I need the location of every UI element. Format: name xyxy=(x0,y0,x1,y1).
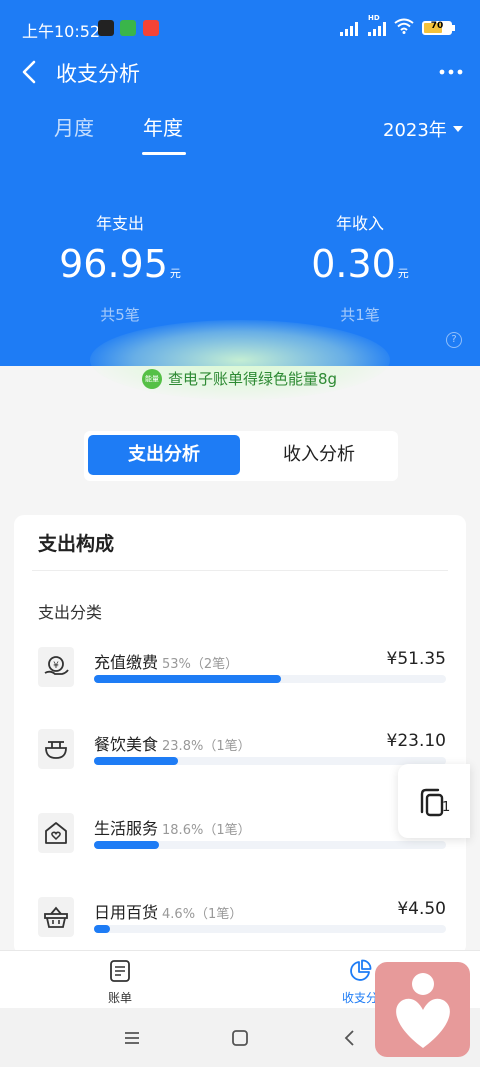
income-analysis-tab[interactable]: 收入分析 xyxy=(244,435,394,475)
heart-overlay-widget[interactable] xyxy=(375,962,470,1057)
back-chevron-icon[interactable] xyxy=(338,1026,362,1050)
expense-label: 年支出 xyxy=(95,214,144,233)
progress-track xyxy=(94,757,446,765)
income-label: 年收入 xyxy=(335,214,384,233)
bill-icon xyxy=(110,960,130,982)
help-icon[interactable]: ? xyxy=(446,332,462,348)
caret-down-icon xyxy=(452,126,463,132)
tab-active-indicator xyxy=(142,152,186,155)
expense-analysis-tab[interactable]: 支出分析 xyxy=(88,435,240,475)
dining-bowl-icon xyxy=(38,729,74,769)
category-row[interactable]: 生活服务18.6%（1笔） ¥ xyxy=(38,813,448,863)
status-time: 上午10:52 xyxy=(22,22,101,41)
progress-fill xyxy=(94,675,281,683)
svg-text:¥: ¥ xyxy=(53,661,59,671)
category-row[interactable]: ¥ 充值缴费 53%（2笔） ¥51.35 xyxy=(38,647,448,697)
page-title: 收支分析 xyxy=(56,62,140,86)
category-amount: ¥4.50 xyxy=(397,899,446,919)
income-summary: 年收入 0.30 元 共1笔 xyxy=(260,210,460,325)
analysis-segment: 支出分析 收入分析 xyxy=(84,431,398,481)
income-value: 0.30 元 xyxy=(260,242,460,296)
category-meta: 23.8%（1笔） xyxy=(162,739,251,754)
category-name: 日用百货 4.6%（1笔） xyxy=(94,903,243,922)
expense-value: 96.95 元 xyxy=(20,242,220,296)
progress-track xyxy=(94,675,446,683)
category-name: 充值缴费 53%（2笔） xyxy=(94,653,239,672)
windows-stack-icon xyxy=(420,788,444,817)
category-name: 餐饮美食 23.8%（1笔） xyxy=(94,735,251,754)
energy-banner[interactable]: 能量 查电子账单得绿色能量8g xyxy=(142,368,337,389)
energy-text: 查电子账单得绿色能量8g xyxy=(168,370,338,388)
recharge-icon: ¥ xyxy=(38,647,74,687)
progress-track xyxy=(94,841,446,849)
year-dropdown[interactable]: 2023年 xyxy=(383,116,463,142)
home-square-icon[interactable] xyxy=(228,1026,252,1050)
category-row[interactable]: 日用百货 4.6%（1笔） ¥4.50 xyxy=(38,897,448,947)
income-amount: 0.30 xyxy=(311,242,396,286)
signal-icon-2 xyxy=(368,22,390,36)
app-store-icon xyxy=(143,20,159,36)
tab-month[interactable]: 月度 xyxy=(54,112,94,141)
income-unit: 元 xyxy=(397,267,409,280)
category-meta: 53%（2笔） xyxy=(162,657,239,672)
basket-icon xyxy=(38,897,74,937)
category-name: 生活服务 18.6%（1笔） xyxy=(94,819,251,838)
battery-icon: 70 xyxy=(422,21,452,35)
heart-person-icon xyxy=(396,973,450,1048)
category-row[interactable]: 餐饮美食 23.8%（1笔） ¥23.10 xyxy=(38,729,448,779)
tab-bill[interactable]: 账单 xyxy=(70,959,170,1006)
category-amount: ¥23.10 xyxy=(386,731,446,751)
category-amount: ¥51.35 xyxy=(386,649,446,669)
progress-fill xyxy=(94,757,178,765)
header: 上午10:52 HD 70 收支分析 月度 年度 2023年 年支出 96.95… xyxy=(0,0,480,366)
progress-track xyxy=(94,925,446,933)
expense-summary: 年支出 96.95 元 共5笔 xyxy=(20,210,220,325)
back-arrow-icon[interactable] xyxy=(16,58,44,86)
year-dropdown-value: 2023年 xyxy=(383,120,447,141)
pie-chart-icon xyxy=(350,959,372,981)
menu-icon[interactable] xyxy=(120,1026,144,1050)
wifi-icon xyxy=(394,18,414,34)
category-meta: 18.6%（1笔） xyxy=(162,823,251,838)
battery-tip xyxy=(452,25,455,31)
progress-fill xyxy=(94,841,160,849)
tab-year[interactable]: 年度 xyxy=(143,112,183,141)
notification-app-icon xyxy=(98,20,114,36)
card-divider xyxy=(32,570,448,571)
status-bar: 上午10:52 HD 70 xyxy=(0,0,480,56)
home-heart-icon xyxy=(38,813,74,853)
category-meta: 4.6%（1笔） xyxy=(162,907,243,922)
expense-amount: 96.95 xyxy=(59,242,168,286)
expense-composition-card: 支出构成 支出分类 ¥ 充值缴费 53%（2笔） ¥51.35 餐饮美食 23.8%… xyxy=(14,515,466,955)
card-title: 支出构成 xyxy=(38,533,115,555)
download-icon xyxy=(120,20,136,36)
progress-fill xyxy=(94,925,111,933)
hd-badge: HD xyxy=(368,14,380,22)
expense-unit: 元 xyxy=(169,267,181,280)
battery-level: 70 xyxy=(430,21,444,31)
more-options-icon[interactable] xyxy=(438,60,464,84)
floating-windows-button[interactable]: 1 xyxy=(398,764,470,838)
energy-badge-icon: 能量 xyxy=(142,368,162,389)
window-count: 1 xyxy=(442,800,451,815)
signal-icon xyxy=(340,22,362,36)
tab-bill-label: 账单 xyxy=(107,991,132,1005)
card-subtitle: 支出分类 xyxy=(38,603,103,622)
